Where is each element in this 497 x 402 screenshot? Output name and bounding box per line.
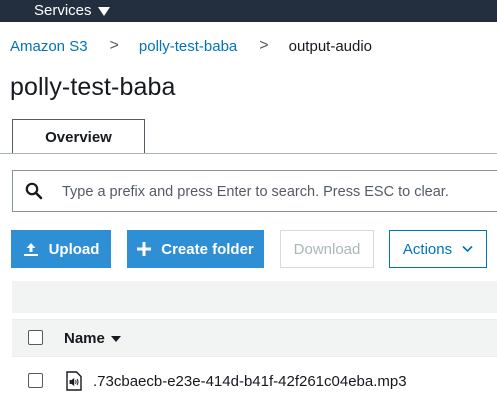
column-name-label: Name [64,330,105,347]
breadcrumb-link-bucket[interactable]: polly-test-baba [139,38,237,55]
row-checkbox[interactable] [28,373,43,388]
table-header: Name [12,319,497,357]
breadcrumb: Amazon S3 > polly-test-baba > output-aud… [10,36,372,56]
top-navigation-bar: Services [0,0,497,22]
breadcrumb-link-amazon-s3[interactable]: Amazon S3 [10,38,88,55]
tabs-divider [0,153,497,154]
services-menu[interactable]: Services [34,2,110,19]
sort-descending-icon [110,335,121,342]
upload-label: Upload [48,240,100,258]
tab-overview[interactable]: Overview [12,119,145,154]
chevron-down-icon [462,245,473,253]
download-button[interactable]: Download [280,230,374,268]
column-header-name[interactable]: Name [64,330,121,347]
file-name-link[interactable]: .73cbaecb-e23e-414d-b41f-42f261c04eba.mp… [93,373,407,390]
search-icon [25,182,43,200]
breadcrumb-current-folder: output-audio [288,37,373,55]
services-label: Services [34,2,92,19]
upload-button[interactable]: Upload [11,230,111,268]
table-row[interactable]: .73cbaecb-e23e-414d-b41f-42f261c04eba.mp… [12,362,497,402]
page-title: polly-test-baba [10,73,176,101]
audio-file-icon [66,371,82,391]
search-input[interactable] [60,179,494,205]
search-box [12,170,497,212]
actions-label: Actions [402,240,453,258]
table-toolbar-band [12,281,497,313]
plus-icon [137,242,152,256]
create-folder-label: Create folder [161,240,254,258]
caret-down-icon [97,6,110,16]
upload-icon [23,243,38,256]
actions-dropdown-button[interactable]: Actions [389,230,487,268]
breadcrumb-separator: > [259,37,269,54]
select-all-checkbox[interactable] [28,330,43,345]
create-folder-button[interactable]: Create folder [127,230,264,268]
breadcrumb-separator: > [109,37,119,54]
